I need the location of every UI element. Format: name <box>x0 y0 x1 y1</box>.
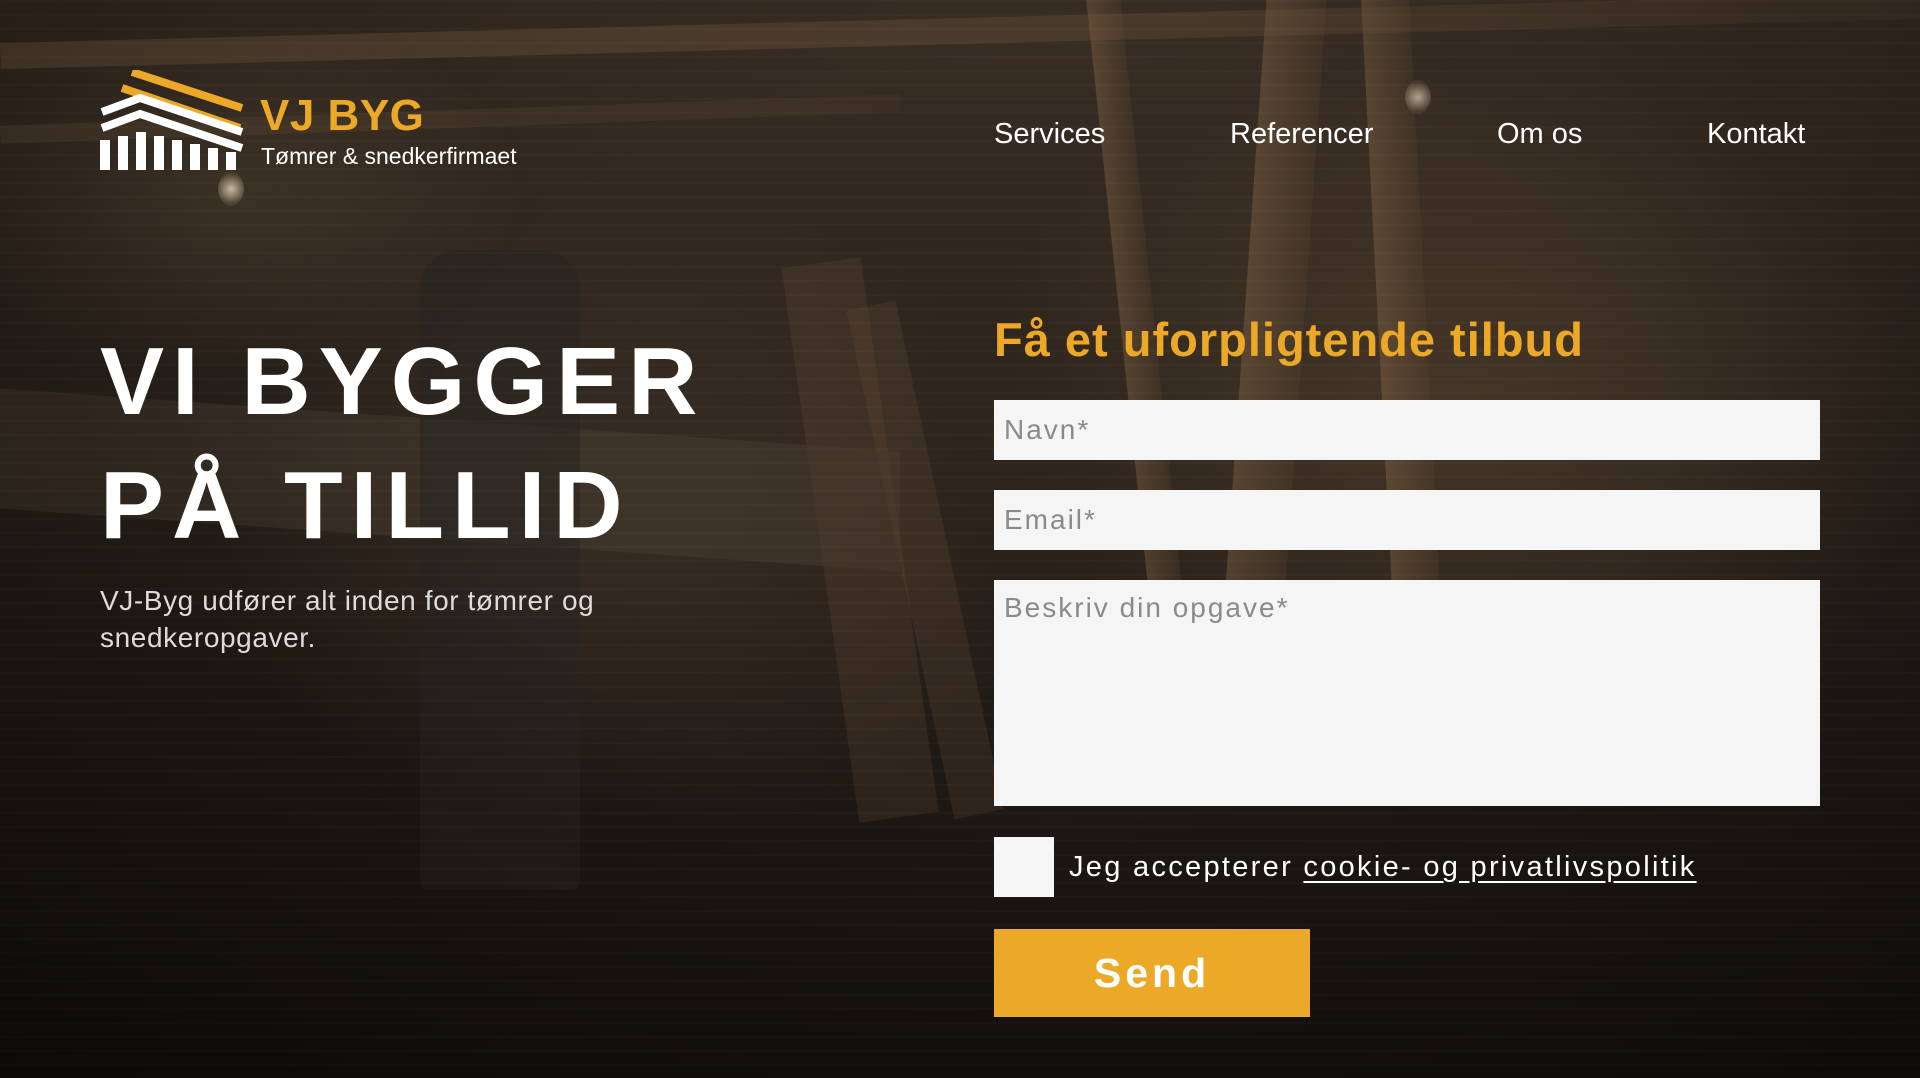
send-button[interactable]: Send <box>994 929 1310 1017</box>
form-title: Få et uforpligtende tilbud <box>994 313 1584 366</box>
email-field[interactable] <box>994 490 1820 550</box>
main-nav: Services Referencer Om os Kontakt <box>100 114 1820 154</box>
hero-title-line-1: VI BYGGER <box>100 328 706 435</box>
privacy-policy-link[interactable]: cookie- og privatlivspolitik <box>1303 851 1696 883</box>
nav-item-om-os[interactable]: Om os <box>1497 114 1582 154</box>
name-field[interactable] <box>994 400 1820 460</box>
task-description-field[interactable] <box>994 580 1820 806</box>
nav-item-kontakt[interactable]: Kontakt <box>1707 114 1805 154</box>
consent-checkbox[interactable] <box>994 837 1054 897</box>
consent-row: Jeg accepterer cookie- og privatlivspoli… <box>994 837 1820 897</box>
consent-prefix: Jeg accepterer <box>1069 851 1294 883</box>
hero-subtitle: VJ-Byg udfører alt inden for tømrer og s… <box>100 585 595 653</box>
site-header: VJ BYG Tømrer & snedkerfirmaet Services … <box>100 70 1820 180</box>
hero-title: VI BYGGER PÅ TILLID <box>100 320 860 568</box>
nav-item-referencer[interactable]: Referencer <box>1230 114 1373 154</box>
hero-section: VI BYGGER PÅ TILLID VJ-Byg udfører alt i… <box>100 320 860 656</box>
nav-item-services[interactable]: Services <box>994 114 1105 154</box>
quote-form: Få et uforpligtende tilbud Jeg acceptere… <box>994 310 1820 1017</box>
hero-title-line-2: PÅ TILLID <box>100 452 631 559</box>
consent-label: Jeg accepterer cookie- og privatlivspoli… <box>1069 850 1697 884</box>
